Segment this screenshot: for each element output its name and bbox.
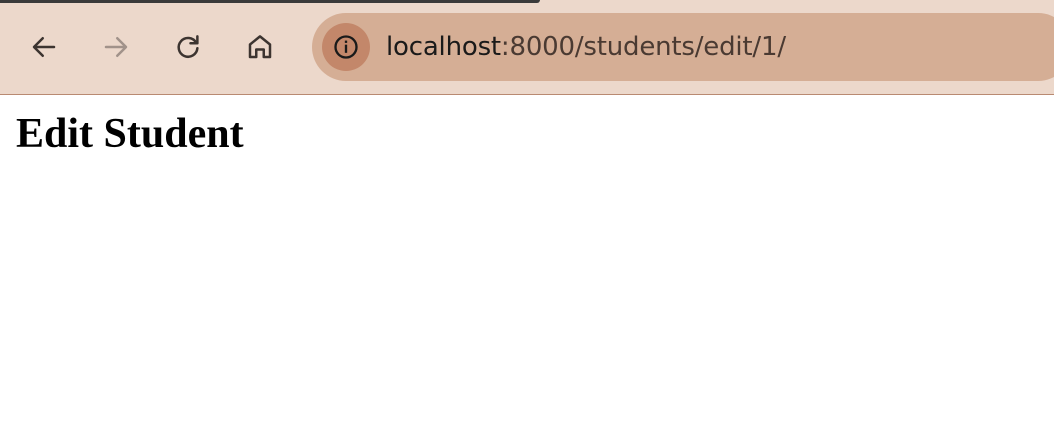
forward-button[interactable] — [94, 25, 138, 69]
page-title: Edit Student — [16, 111, 244, 157]
url-host: localhost — [386, 32, 501, 62]
back-button[interactable] — [22, 25, 66, 69]
page-content: Edit Student — [0, 96, 1054, 427]
site-info-button[interactable] — [322, 23, 370, 71]
browser-toolbar: localhost:8000/students/edit/1/ — [0, 0, 1054, 95]
url-text[interactable]: localhost:8000/students/edit/1/ — [386, 30, 786, 64]
reload-icon — [177, 35, 199, 58]
forward-arrow-icon — [104, 37, 128, 57]
address-bar[interactable]: localhost:8000/students/edit/1/ — [312, 13, 1054, 81]
home-icon — [248, 35, 272, 59]
window-top-edge — [0, 0, 540, 3]
info-icon — [334, 35, 358, 59]
back-arrow-icon — [32, 37, 56, 57]
url-path: :8000/students/edit/1/ — [500, 32, 786, 62]
reload-button[interactable] — [166, 25, 210, 69]
home-button[interactable] — [238, 25, 282, 69]
